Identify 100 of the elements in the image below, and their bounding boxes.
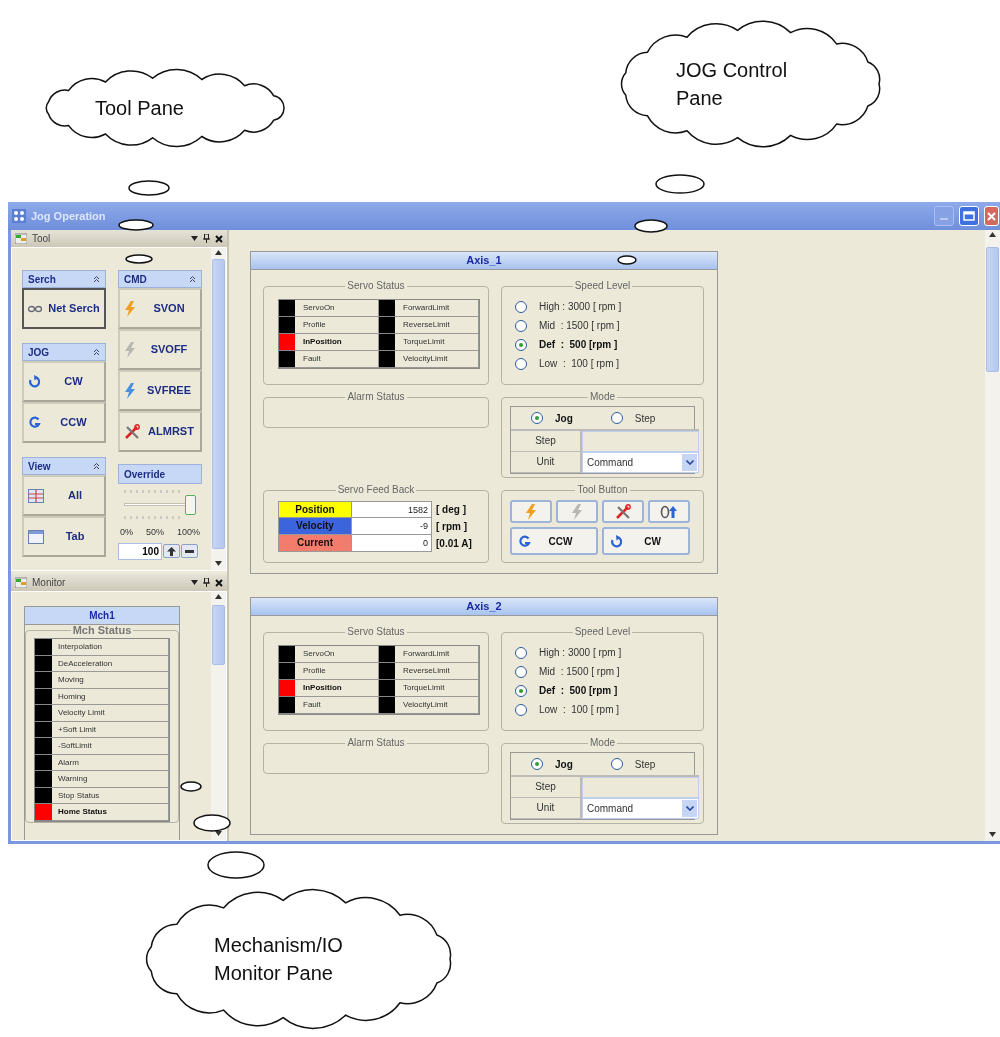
icon-button[interactable] <box>602 500 644 523</box>
lightning-icon <box>525 503 537 520</box>
radio-button[interactable] <box>531 758 543 770</box>
mode-option[interactable]: Jog <box>531 754 573 774</box>
feedback-label: Position <box>278 501 352 518</box>
speed-option[interactable]: Mid : 1500 [ rpm ] <box>515 662 695 681</box>
thought-bubble <box>634 219 668 233</box>
tools-icon <box>615 503 631 520</box>
icon-button[interactable] <box>648 500 690 523</box>
scrollbar[interactable] <box>211 592 226 840</box>
radio-button[interactable] <box>515 338 527 351</box>
step-input[interactable] <box>582 431 699 452</box>
override-input[interactable]: 100 <box>118 542 162 560</box>
mode-option[interactable]: Jog <box>531 408 573 428</box>
tool-button[interactable]: Tab <box>22 516 106 557</box>
group-title: Servo Feed Back <box>336 485 416 495</box>
status-label: TorqueLimit <box>395 334 479 351</box>
group-title: View <box>28 459 51 474</box>
mode-option[interactable]: Step <box>610 754 656 774</box>
status-label: ReverseLimit <box>395 317 479 334</box>
status-label: Profile <box>295 317 379 334</box>
jog-button[interactable]: CCW <box>510 527 598 555</box>
radio-button[interactable] <box>515 319 527 332</box>
tool-button[interactable]: ALMRST <box>118 411 202 452</box>
feedback-label: Velocity <box>278 518 352 535</box>
collapse-icon <box>93 275 100 283</box>
tool-button[interactable]: All <box>22 475 106 516</box>
close-button[interactable] <box>984 206 999 226</box>
tool-button[interactable]: SVFREE <box>118 370 202 411</box>
thought-bubble <box>125 254 153 264</box>
callout-text: JOG Control Pane <box>676 58 789 111</box>
scroll-thumb[interactable] <box>212 605 225 665</box>
tool-button[interactable]: SVON <box>118 288 202 329</box>
scale-label: 0% <box>120 526 133 539</box>
group-title: Speed Level <box>573 281 632 291</box>
maximize-button[interactable] <box>959 206 979 226</box>
speed-option[interactable]: Def : 500 [rpm ] <box>515 681 695 700</box>
radio-button[interactable] <box>610 758 623 770</box>
status-label: VelocityLimit <box>395 351 479 368</box>
scrollbar[interactable] <box>985 230 1000 841</box>
radio-button[interactable] <box>610 412 623 424</box>
scroll-thumb[interactable] <box>212 259 225 549</box>
scrollbar[interactable] <box>211 248 226 570</box>
pane-title: Monitor <box>32 576 67 590</box>
dropdown-icon <box>191 580 198 585</box>
speed-option[interactable]: Low : 100 [ rpm ] <box>515 354 695 373</box>
speed-option[interactable]: Mid : 1500 [ rpm ] <box>515 316 695 335</box>
lightning-icon <box>124 341 136 358</box>
minus-icon <box>185 549 194 553</box>
group-header[interactable]: CMD <box>118 270 202 288</box>
maximize-icon <box>963 211 975 221</box>
speed-option[interactable]: High : 3000 [ rpm ] <box>515 297 695 316</box>
scroll-thumb[interactable] <box>986 247 999 372</box>
scroll-up-icon <box>989 232 996 237</box>
status-label: TorqueLimit <box>395 680 479 697</box>
group-header[interactable]: JOG <box>22 343 106 361</box>
clockwise-arrow-icon <box>610 534 623 548</box>
group-title: Alarm Status <box>346 392 406 402</box>
mode-option[interactable]: Step <box>610 408 656 428</box>
increment-button[interactable] <box>163 544 180 558</box>
radio-button[interactable] <box>515 665 527 678</box>
status-label: ReverseLimit <box>395 663 479 680</box>
slider-thumb[interactable] <box>185 495 196 515</box>
pin-icon <box>203 234 210 243</box>
radio-button[interactable] <box>515 684 527 697</box>
tool-button[interactable]: SVOFF <box>118 329 202 370</box>
group-title: Serch <box>28 272 56 287</box>
speed-option[interactable]: High : 3000 [ rpm ] <box>515 643 695 662</box>
unit-dropdown[interactable]: Command <box>582 798 699 819</box>
tool-button[interactable]: Net Serch <box>22 288 106 329</box>
group-title: Mode <box>589 738 616 748</box>
step-input[interactable] <box>582 777 699 798</box>
speed-option[interactable]: Low : 100 [ rpm ] <box>515 700 695 719</box>
speed-option[interactable]: Def : 500 [rpm ] <box>515 335 695 354</box>
unit-dropdown[interactable]: Command <box>582 452 699 473</box>
thought-bubble <box>207 851 265 879</box>
pane-icon <box>15 233 27 244</box>
radio-button[interactable] <box>515 646 527 659</box>
group-header[interactable]: View <box>22 457 106 475</box>
close-icon <box>215 234 223 243</box>
radio-button[interactable] <box>531 412 543 424</box>
status-label: Interpolation <box>52 639 169 656</box>
radio-button[interactable] <box>515 357 527 370</box>
jog-button[interactable]: CW <box>602 527 690 555</box>
status-label: InPosition <box>295 334 379 351</box>
radio-button[interactable] <box>515 703 527 716</box>
unit-label: [0.01 A] <box>435 537 473 551</box>
collapse-icon <box>93 462 100 470</box>
status-label: Moving <box>52 672 169 689</box>
lightning-icon <box>124 382 136 399</box>
scroll-down-icon <box>989 832 996 837</box>
mechanism-header: Mch1 <box>25 607 179 625</box>
radio-button[interactable] <box>515 300 527 313</box>
group-header[interactable]: Serch <box>22 270 106 288</box>
tool-button[interactable]: CW <box>22 361 106 402</box>
pane-icon <box>15 577 27 588</box>
tool-button[interactable]: CCW <box>22 402 106 443</box>
decrement-button[interactable] <box>181 544 198 558</box>
status-label: ForwardLimit <box>395 646 479 663</box>
unit-label: [ deg ] <box>435 503 467 517</box>
